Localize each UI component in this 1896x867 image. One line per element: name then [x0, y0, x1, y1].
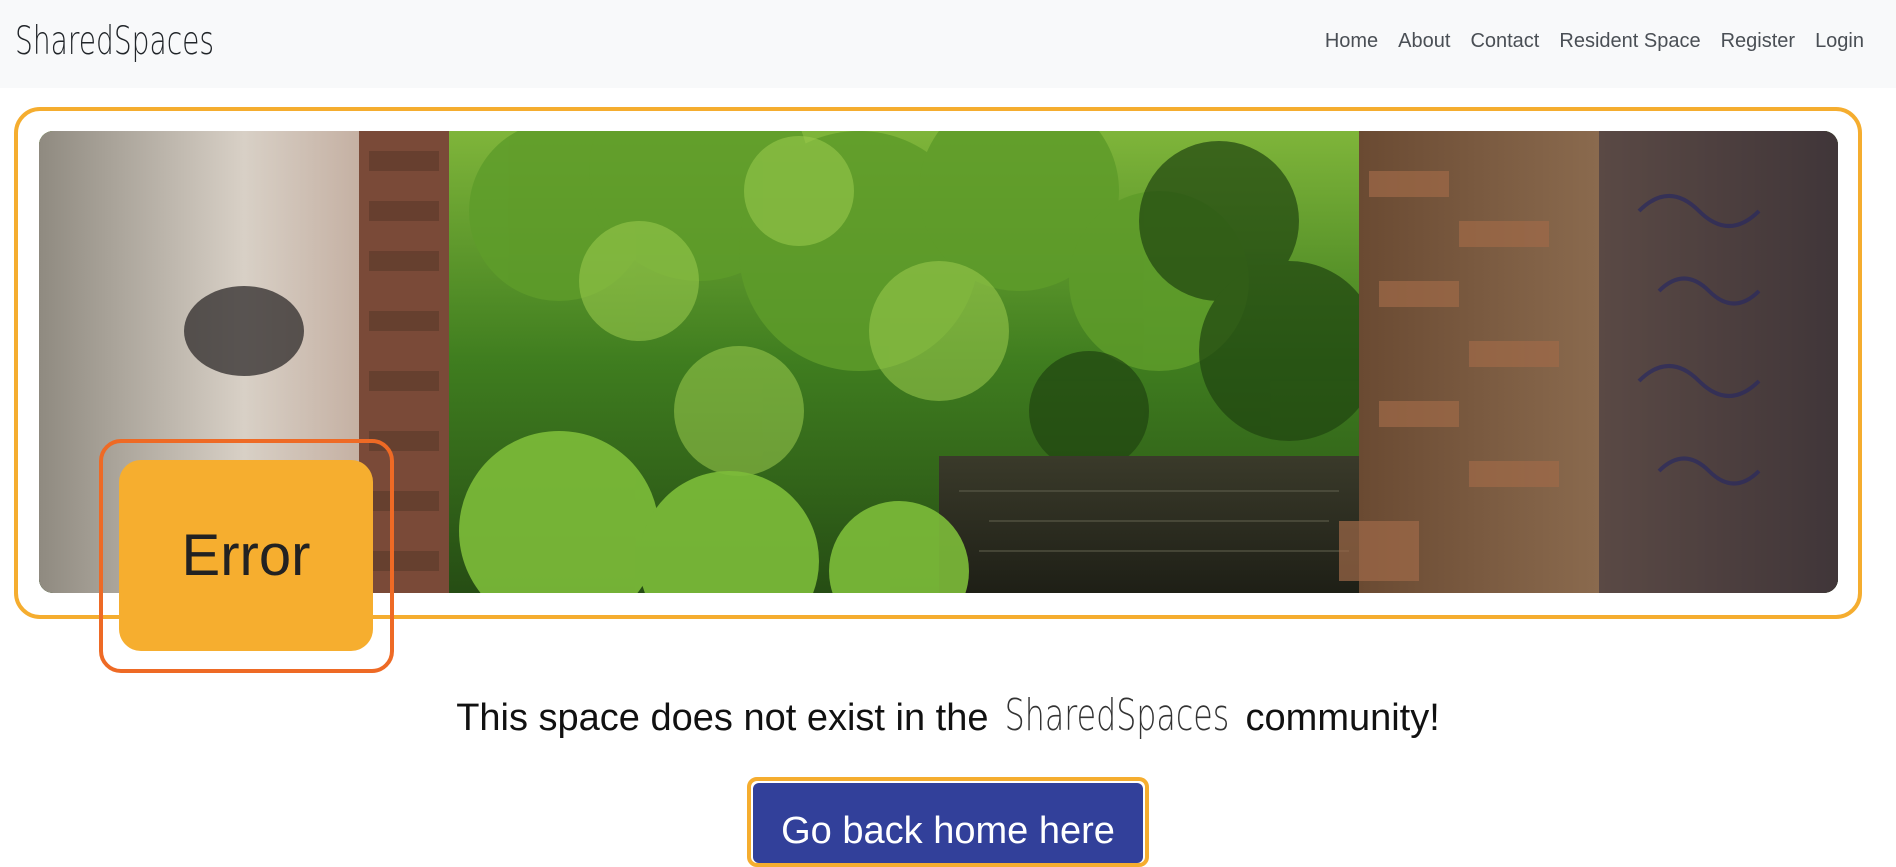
navbar: SharedSpaces Home About Contact Resident…	[0, 0, 1896, 88]
nav-link-login[interactable]: Login	[1805, 28, 1874, 54]
brand-logo[interactable]: SharedSpaces	[15, 18, 214, 66]
nav-link-resident-space[interactable]: Resident Space	[1549, 28, 1710, 54]
error-message: This space does not exist in the SharedS…	[0, 690, 1896, 744]
error-label: Error	[181, 523, 311, 588]
message-suffix: community!	[1234, 697, 1440, 739]
message-prefix: This space does not exist in the	[456, 697, 1000, 739]
nav-link-contact[interactable]: Contact	[1460, 28, 1549, 54]
nav-link-home[interactable]: Home	[1315, 28, 1388, 54]
nav-link-register[interactable]: Register	[1711, 28, 1805, 54]
nav-link-about[interactable]: About	[1388, 28, 1460, 54]
nav-links: Home About Contact Resident Space Regist…	[1315, 28, 1874, 54]
error-badge: Error	[119, 460, 373, 651]
go-home-button[interactable]: Go back home here	[753, 783, 1143, 863]
message-brand: SharedSpaces	[1004, 690, 1230, 741]
